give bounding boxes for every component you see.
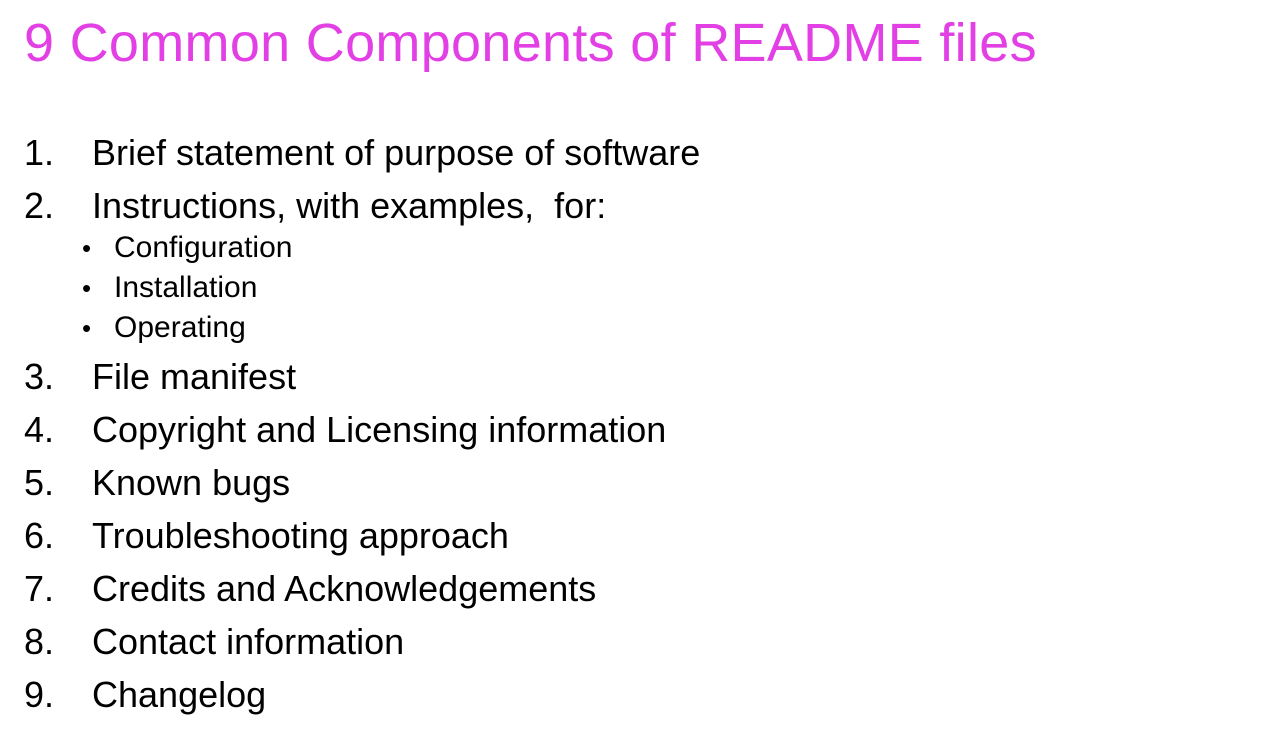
item-text: Contact information <box>92 621 405 662</box>
item-number: 5. <box>24 462 55 503</box>
item-text: Brief statement of purpose of software <box>92 132 701 173</box>
item-text: Instructions, with examples, for: <box>92 185 607 226</box>
slide: 9 Common Components of README files 1. Br… <box>0 0 1280 742</box>
sub-item-text: Configuration <box>114 231 293 264</box>
sub-item-installation: • Installation <box>82 268 700 308</box>
list-item-7: 7. Credits and Acknowledgements <box>24 562 700 615</box>
item-number: 7. <box>24 568 55 609</box>
sub-item-operating: • Operating <box>82 308 700 348</box>
list-item-6: 6. Troubleshooting approach <box>24 509 700 562</box>
bullet-icon: • <box>82 233 92 263</box>
item-text: Copyright and Licensing information <box>92 409 667 450</box>
sub-item-configuration: • Configuration <box>82 228 700 268</box>
instructions-sublist: • Configuration • Installation • Operating <box>24 228 700 348</box>
components-list: 1. Brief statement of purpose of software… <box>24 126 700 721</box>
list-item-4: 4. Copyright and Licensing information <box>24 403 700 456</box>
item-text: File manifest <box>92 356 297 397</box>
item-number: 4. <box>24 409 55 450</box>
item-text: Changelog <box>92 674 267 715</box>
list-item-2: 2. Instructions, with examples, for: • Con… <box>24 179 700 348</box>
item-text: Troubleshooting approach <box>92 515 509 556</box>
item-number: 3. <box>24 356 55 397</box>
item-text: Known bugs <box>92 462 291 503</box>
item-number: 6. <box>24 515 55 556</box>
bullet-icon: • <box>82 313 92 343</box>
list-item-9: 9. Changelog <box>24 668 700 721</box>
list-item-8: 8. Contact information <box>24 615 700 668</box>
item-number: 2. <box>24 185 55 226</box>
item-text: Credits and Acknowledgements <box>92 568 597 609</box>
item-number: 9. <box>24 674 55 715</box>
list-item-1: 1. Brief statement of purpose of software <box>24 126 700 179</box>
item-number: 8. <box>24 621 55 662</box>
item-number: 1. <box>24 132 55 173</box>
list-item-5: 5. Known bugs <box>24 456 700 509</box>
slide-title: 9 Common Components of README files <box>24 13 1037 73</box>
sub-item-text: Installation <box>114 271 258 304</box>
list-item-3: 3. File manifest <box>24 350 700 403</box>
bullet-icon: • <box>82 273 92 303</box>
sub-item-text: Operating <box>114 311 246 344</box>
